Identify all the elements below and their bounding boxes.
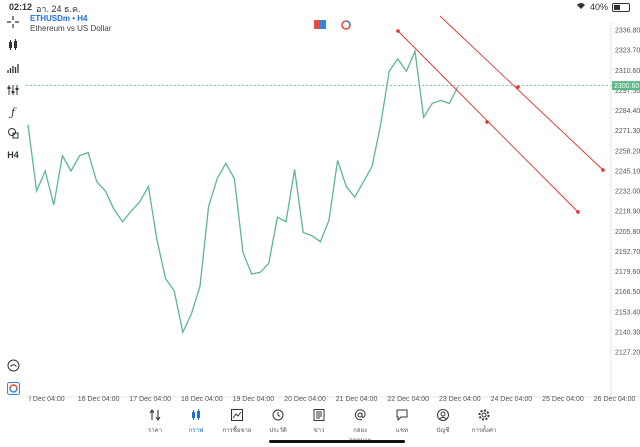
crosshair-icon[interactable] [5, 14, 21, 30]
time-tick-label: 18 Dec 04:00 [181, 396, 223, 403]
time-tick-label: 21 Dec 04:00 [336, 396, 378, 403]
time-tick-label: 20 Dec 04:00 [284, 396, 326, 403]
trade-icon [220, 408, 254, 422]
adjust-icon[interactable] [5, 82, 21, 98]
time-tick-label: 17 Dec 04:00 [129, 396, 171, 403]
price-axis: 2336.802323.702310.602297.502284.402271.… [615, 28, 640, 357]
time-tick-label: 19 Dec 04:00 [233, 396, 275, 403]
price-tick-label: 2284.40 [615, 108, 640, 115]
current-price-label: 2300.60 [614, 83, 639, 90]
home-indicator[interactable] [269, 440, 405, 443]
time-tick-label: 22 Dec 04:00 [387, 396, 429, 403]
price-chart[interactable]: 2336.802323.702310.602297.502284.402271.… [0, 0, 640, 447]
tab-label: บัญชี [436, 428, 450, 434]
trendline-handle[interactable] [576, 210, 580, 214]
news-icon [302, 408, 336, 422]
price-tick-label: 2153.40 [615, 309, 640, 316]
time-tick-label: l Dec 04:00 [29, 396, 65, 403]
time-tick-label: 16 Dec 04:00 [78, 396, 120, 403]
price-tick-label: 2310.60 [615, 68, 640, 75]
price-tick-label: 2271.30 [615, 128, 640, 135]
timeframe-button[interactable]: H4 [5, 147, 21, 163]
price-tick-label: 2166.50 [615, 289, 640, 296]
mailbox-icon [343, 408, 377, 422]
quotes-icon [138, 408, 172, 422]
price-tick-label: 2258.20 [615, 148, 640, 155]
time-tick-label: 25 Dec 04:00 [542, 396, 584, 403]
price-tick-label: 2336.80 [615, 28, 640, 35]
indicators-icon[interactable] [5, 60, 21, 76]
tab-label: การซื้อขาย [222, 428, 252, 434]
price-tick-label: 2192.70 [615, 249, 640, 256]
price-tick-label: 2323.70 [615, 48, 640, 55]
settings-icon [467, 408, 501, 422]
sync-icon[interactable] [341, 20, 351, 30]
tab-label: ข่าว [313, 428, 325, 434]
tab-chat[interactable]: แชท [385, 408, 419, 435]
price-tick-label: 2205.80 [615, 229, 640, 236]
symbol-info[interactable]: ETHUSDm • H4 Ethereum vs US Dollar [30, 14, 111, 34]
time-tick-label: 24 Dec 04:00 [491, 396, 533, 403]
app-logo-icon[interactable] [5, 380, 21, 396]
trendline-handle[interactable] [485, 120, 489, 124]
trendline-handle[interactable] [601, 168, 605, 172]
trendline-handle[interactable] [396, 29, 400, 33]
tab-trade[interactable]: การซื้อขาย [220, 408, 254, 435]
tab-quotes[interactable]: ราคา [138, 408, 172, 435]
trendline-channel[interactable] [396, 15, 605, 214]
tab-news[interactable]: ข่าว [302, 408, 336, 435]
price-tick-label: 2232.00 [615, 189, 640, 196]
function-icon[interactable]: ƒ [5, 104, 21, 120]
history-icon [261, 408, 295, 422]
left-toolbar: ƒ H4 [0, 14, 26, 396]
candles-icon[interactable] [5, 37, 21, 53]
price-tick-label: 2218.90 [615, 209, 640, 216]
price-tick-label: 2140.30 [615, 329, 640, 336]
price-tick-label: 2245.10 [615, 168, 640, 175]
trendline-handle[interactable] [516, 85, 520, 89]
zoom-icon[interactable] [5, 357, 21, 373]
chat-icon [385, 408, 419, 422]
account-icon [426, 408, 460, 422]
symbol-description: Ethereum vs US Dollar [30, 24, 112, 33]
shapes-icon[interactable] [5, 125, 21, 141]
time-tick-label: 23 Dec 04:00 [439, 396, 481, 403]
trendline-upper[interactable] [439, 15, 604, 171]
tab-label: แชท [396, 428, 408, 434]
tab-account[interactable]: บัญชี [426, 408, 460, 435]
tab-label: ประวัติ [269, 428, 287, 434]
one-click-trade-icon[interactable] [314, 20, 326, 29]
tab-chart[interactable]: กราฟ [179, 408, 213, 435]
tab-history[interactable]: ประวัติ [261, 408, 295, 435]
tab-settings[interactable]: การตั้งค่า [467, 408, 501, 435]
price-series-line [27, 48, 459, 335]
time-tick-label: 26 Dec 04:00 [594, 396, 636, 403]
symbol-name[interactable]: ETHUSDm • H4 [30, 14, 111, 24]
tab-label: กราฟ [188, 428, 204, 434]
chart-icon [179, 408, 213, 422]
tab-label: ราคา [148, 428, 162, 434]
tab-label: การตั้งค่า [471, 428, 497, 434]
price-tick-label: 2127.20 [615, 350, 640, 357]
price-tick-label: 2179.60 [615, 269, 640, 276]
